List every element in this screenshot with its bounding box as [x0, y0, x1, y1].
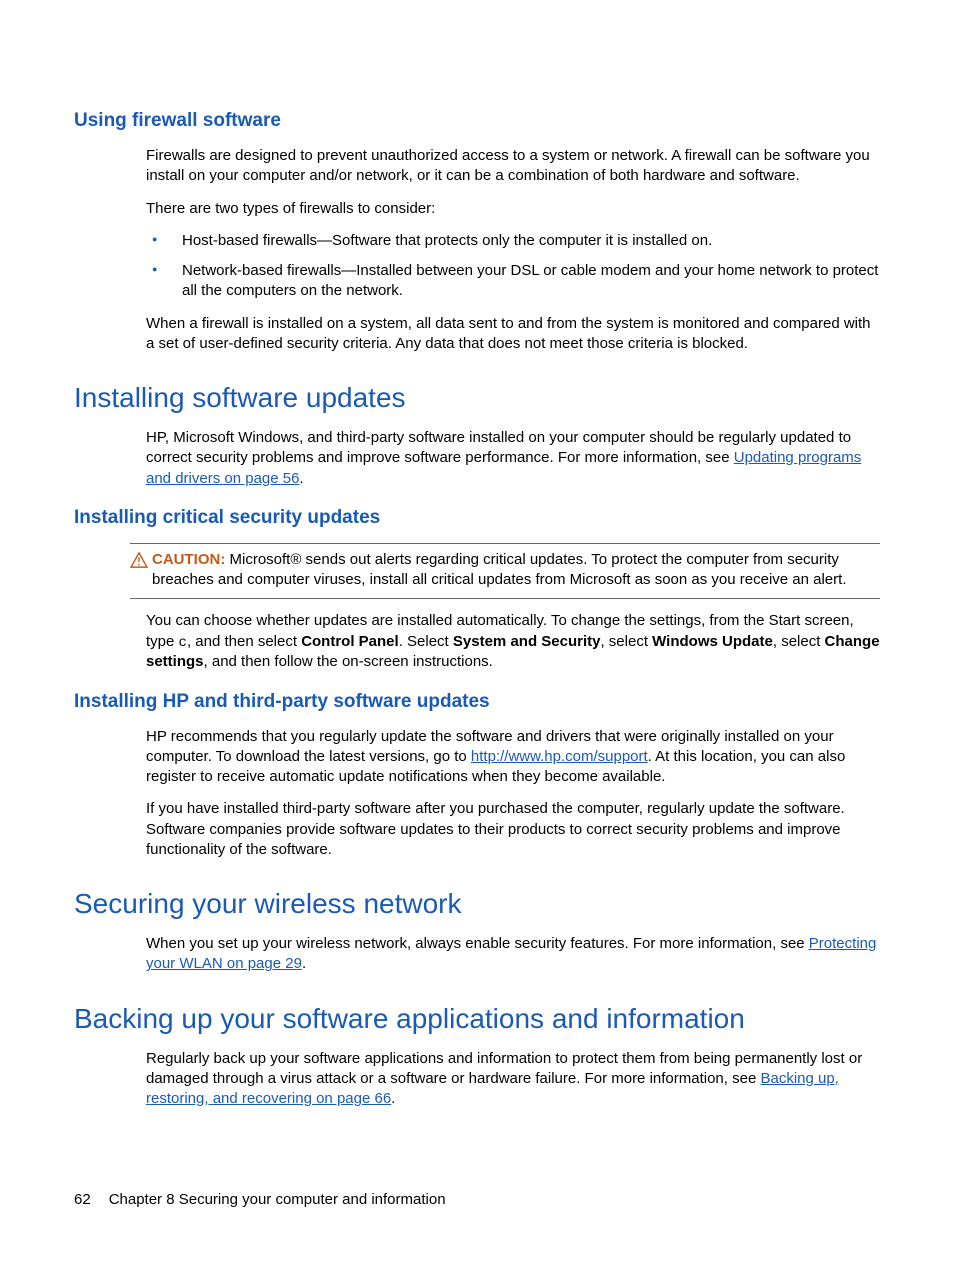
body-paragraph: HP recommends that you regularly update …: [146, 727, 880, 788]
body-paragraph: You can choose whether updates are insta…: [146, 611, 880, 672]
text-run: .: [299, 470, 303, 487]
caution-block: CAUTION: Microsoft® sends out alerts reg…: [130, 543, 880, 600]
text-run: Microsoft® sends out alerts regarding cr…: [152, 551, 846, 588]
heading-hp-third-party: Installing HP and third-party software u…: [74, 691, 880, 713]
list-item: Host-based firewalls—Software that prote…: [146, 231, 880, 251]
body-paragraph: When you set up your wireless network, a…: [146, 934, 880, 975]
text-run: , select: [600, 633, 652, 650]
text-run: . Select: [399, 633, 453, 650]
body-paragraph: When a firewall is installed on a system…: [146, 314, 880, 355]
link-hp-support[interactable]: http://www.hp.com/support: [471, 748, 648, 765]
inline-bold: System and Security: [453, 633, 601, 650]
body-paragraph: Regularly back up your software applicat…: [146, 1049, 880, 1110]
heading-securing-wireless: Securing your wireless network: [74, 888, 880, 920]
body-paragraph: HP, Microsoft Windows, and third-party s…: [146, 428, 880, 489]
inline-bold: Windows Update: [652, 633, 773, 650]
text-run: .: [302, 955, 306, 972]
heading-backing-up: Backing up your software applications an…: [74, 1003, 880, 1035]
text-run: , and then follow the on-screen instruct…: [204, 653, 493, 670]
body-paragraph: Firewalls are designed to prevent unauth…: [146, 146, 880, 187]
heading-critical-security: Installing critical security updates: [74, 507, 880, 529]
warning-triangle-icon: [130, 552, 148, 568]
page-footer: 62 Chapter 8 Securing your computer and i…: [74, 1191, 446, 1208]
text-run: .: [391, 1090, 395, 1107]
chapter-title: Chapter 8 Securing your computer and inf…: [109, 1191, 446, 1208]
page-number: 62: [74, 1191, 91, 1208]
bullet-list: Host-based firewalls—Software that prote…: [146, 231, 880, 302]
text-run: Regularly back up your software applicat…: [146, 1050, 862, 1087]
text-run: When you set up your wireless network, a…: [146, 935, 809, 952]
caution-label: CAUTION:: [152, 551, 225, 568]
list-item: Network-based firewalls—Installed betwee…: [146, 261, 880, 302]
heading-using-firewall: Using firewall software: [74, 110, 880, 132]
inline-code: c: [179, 635, 187, 651]
caution-text: CAUTION: Microsoft® sends out alerts reg…: [152, 550, 880, 591]
text-run: , select: [773, 633, 825, 650]
body-paragraph: If you have installed third-party softwa…: [146, 799, 880, 860]
body-paragraph: There are two types of firewalls to cons…: [146, 199, 880, 219]
heading-installing-updates: Installing software updates: [74, 382, 880, 414]
inline-bold: Control Panel: [301, 633, 399, 650]
text-run: , and then select: [187, 633, 301, 650]
